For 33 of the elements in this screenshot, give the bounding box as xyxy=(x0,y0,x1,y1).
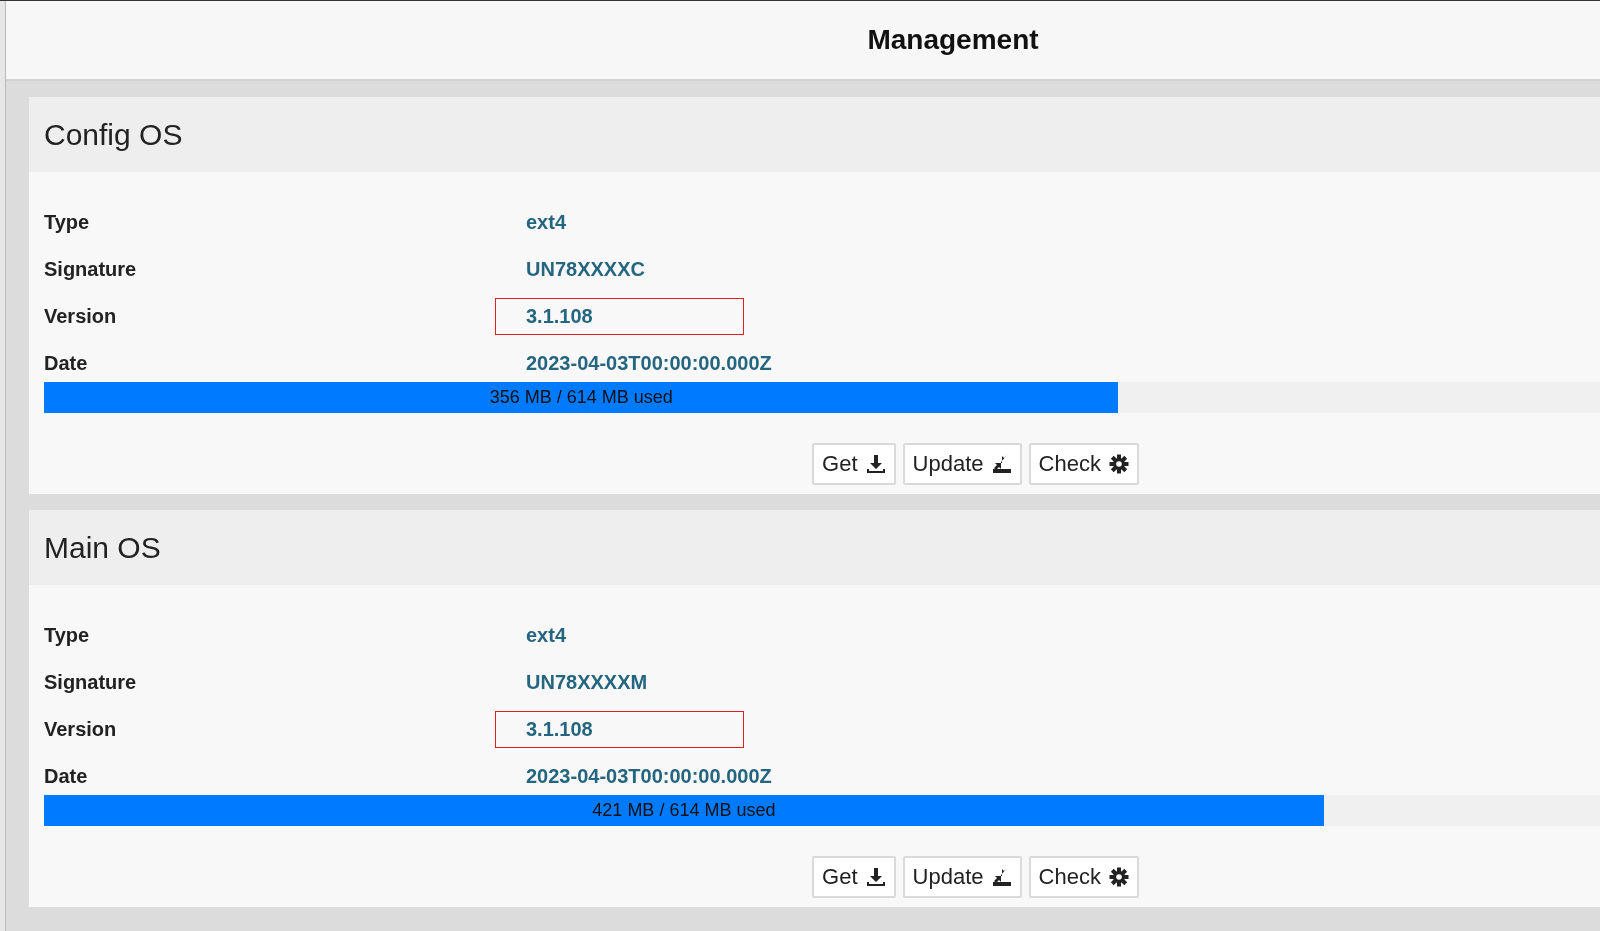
field-label: Signature xyxy=(44,671,138,694)
field-value: 3.1.108 xyxy=(495,298,744,335)
check-button[interactable]: Check xyxy=(1028,443,1139,485)
update-button[interactable]: Update xyxy=(902,856,1022,898)
update-button[interactable]: Update xyxy=(902,443,1022,485)
settings-icon xyxy=(1108,454,1129,474)
field-value: UN78XXXXM xyxy=(525,670,649,695)
field-value: ext4 xyxy=(525,210,568,235)
field-label: Version xyxy=(44,718,118,741)
panel-title: Main OS xyxy=(44,530,161,565)
install-icon xyxy=(991,867,1012,887)
field-label: Date xyxy=(44,352,89,375)
usage-reading: 421 MB / 614 MB used xyxy=(591,799,777,822)
settings-icon xyxy=(1108,867,1129,887)
usage-reading: 356 MB / 614 MB used xyxy=(488,386,674,409)
check-button[interactable]: Check xyxy=(1028,856,1139,898)
field-label: Date xyxy=(44,765,89,788)
get-button[interactable]: Get xyxy=(812,856,896,898)
get-button[interactable]: Get xyxy=(812,443,896,485)
field-label: Signature xyxy=(44,258,138,281)
download-icon xyxy=(865,867,886,887)
download-icon xyxy=(865,454,886,474)
page-title: Management xyxy=(867,24,1039,56)
field-value: 3.1.108 xyxy=(495,711,744,748)
field-value: UN78XXXXC xyxy=(525,257,646,282)
install-icon xyxy=(991,454,1012,474)
field-value: 2023-04-03T00:00:00.000Z xyxy=(525,764,773,789)
field-label: Type xyxy=(44,211,91,234)
field-value: 2023-04-03T00:00:00.000Z xyxy=(525,351,773,376)
field-label: Type xyxy=(44,624,91,647)
panel-title: Config OS xyxy=(44,117,183,152)
field-value: ext4 xyxy=(525,623,568,648)
field-label: Version xyxy=(44,305,118,328)
